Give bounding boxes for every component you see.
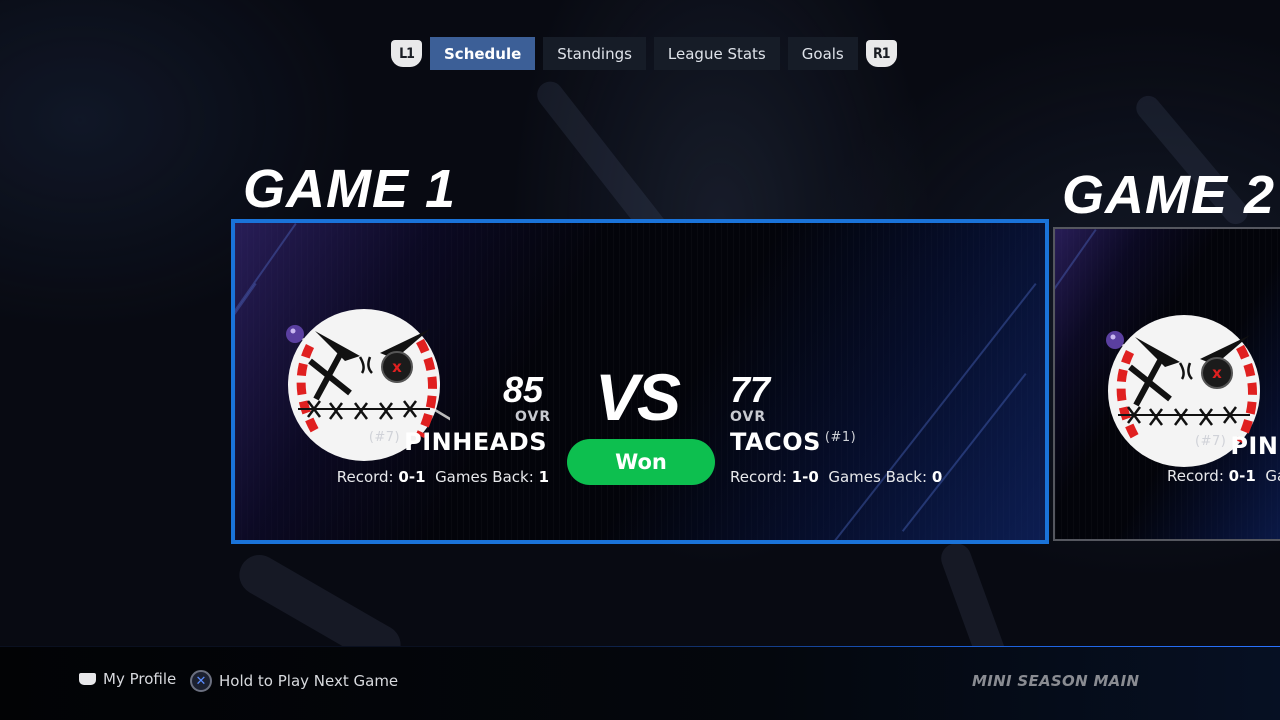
away-team-label: TACOS xyxy=(730,428,821,456)
hint-play-next-game[interactable]: ✕ Hold to Play Next Game xyxy=(190,670,398,692)
away-record-value: 1-0 xyxy=(791,468,819,486)
decor-line xyxy=(825,283,1037,540)
game-2-home-record-line: Record: 0-1 Games Back: xyxy=(1167,467,1280,485)
away-games-back-value: 0 xyxy=(931,468,943,486)
vs-label: VS xyxy=(595,360,681,434)
home-ovr-value: 85 xyxy=(503,369,544,410)
game-2-record-value: 0-1 xyxy=(1228,467,1256,485)
game-2-record-label: Record: xyxy=(1167,467,1224,485)
result-badge: Won xyxy=(567,439,715,485)
game-1-card[interactable]: x 85 OVR (#7) PINHEADS Record: 0-1 Games … xyxy=(231,219,1049,544)
tab-goals[interactable]: Goals xyxy=(787,37,858,70)
away-record-line: Record: 1-0 Games Back: 0 xyxy=(730,468,942,486)
svg-text:x: x xyxy=(392,358,402,376)
away-team-seed: (#1) xyxy=(824,430,857,445)
home-games-back-label: Games Back: xyxy=(435,468,534,486)
home-team-label: PINHEADS xyxy=(404,428,547,456)
game-2-home-team-seed: (#7) xyxy=(1195,434,1227,449)
tab-schedule[interactable]: Schedule xyxy=(430,37,536,70)
game-2-title: GAME 2 xyxy=(1062,165,1276,225)
hint-play-next-game-label: Hold to Play Next Game xyxy=(219,672,399,690)
away-team-name: TACOS (#1) xyxy=(730,428,860,456)
game-2-home-team-label: PINHEADS xyxy=(1230,432,1280,460)
svg-text:x: x xyxy=(1212,364,1222,382)
away-ovr-value: 77 xyxy=(730,369,771,410)
top-nav: L1 Schedule Standings League Stats Goals… xyxy=(391,37,897,70)
tab-standings[interactable]: Standings xyxy=(543,37,646,70)
home-ovr-label: OVR xyxy=(515,409,552,425)
screen-label: MINI SEASON MAIN xyxy=(972,672,1140,690)
tab-league-stats[interactable]: League Stats xyxy=(653,37,780,70)
decor-line xyxy=(235,283,257,498)
home-team-name: (#7) PINHEADS xyxy=(365,428,547,456)
home-record-label: Record: xyxy=(336,468,394,486)
game-1-title: GAME 1 xyxy=(243,159,457,219)
home-games-back-value: 1 xyxy=(538,468,549,486)
r1-bumper-icon[interactable]: R1 xyxy=(865,40,897,67)
hint-my-profile[interactable]: My Profile xyxy=(79,670,176,688)
game-2-home-team-name: (#7)PINHEADS xyxy=(1191,432,1280,460)
game-2-card[interactable]: x (#7)PINHEADS Record: 0-1 Games Back: xyxy=(1053,227,1280,541)
l1-bumper-icon[interactable]: L1 xyxy=(391,40,422,67)
hint-my-profile-label: My Profile xyxy=(103,670,177,688)
game-2-games-back-label: Games Back: xyxy=(1265,467,1280,485)
touchpad-icon xyxy=(79,673,96,685)
away-record-label: Record: xyxy=(730,468,787,486)
decor-line xyxy=(1055,229,1097,493)
decor-line xyxy=(901,373,1027,532)
cross-button-icon: ✕ xyxy=(190,670,212,692)
home-record-line: Record: 0-1 Games Back: 1 xyxy=(337,468,549,486)
away-games-back-label: Games Back: xyxy=(828,468,928,486)
away-ovr-label: OVR xyxy=(730,409,767,425)
home-record-value: 0-1 xyxy=(398,468,426,486)
home-team-seed: (#7) xyxy=(368,430,401,445)
